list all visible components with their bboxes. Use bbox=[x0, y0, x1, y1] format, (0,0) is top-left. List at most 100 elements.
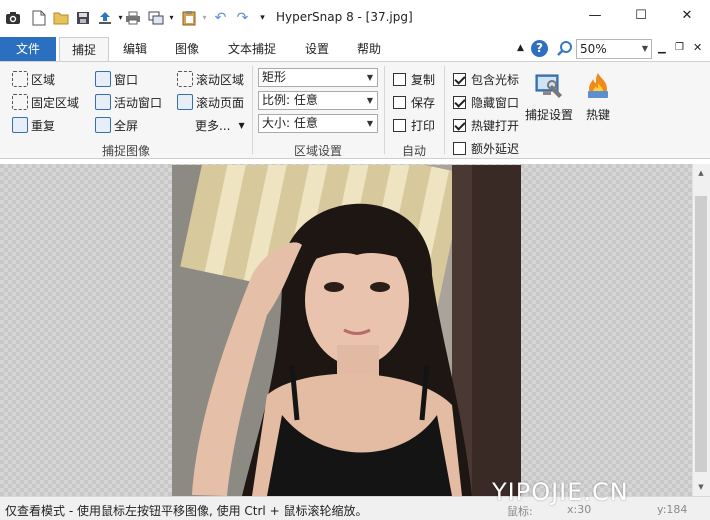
checkbox-box bbox=[453, 95, 466, 109]
search-icon[interactable] bbox=[556, 40, 573, 60]
more-capture-button[interactable]: 更多... ▼ bbox=[195, 116, 245, 134]
extra-delay-checkbox[interactable]: 额外延迟 bbox=[453, 139, 519, 157]
window-title: HyperSnap 8 - [37.jpg] bbox=[276, 10, 413, 24]
mouse-y: y:184 bbox=[657, 503, 688, 516]
extra-delay-label: 额外延迟 bbox=[471, 141, 520, 156]
scroll-region-icon bbox=[177, 71, 193, 87]
window-icon bbox=[95, 71, 111, 87]
mdi-close-icon[interactable]: ✕ bbox=[693, 41, 702, 54]
active-window-button[interactable]: 活动窗口 bbox=[95, 93, 162, 111]
hide-window-checkbox[interactable]: 隐藏窗口 bbox=[453, 93, 519, 111]
auto-print-label: 打印 bbox=[411, 118, 436, 133]
zoom-select[interactable]: 50% ▼ bbox=[576, 39, 652, 59]
checkbox-box bbox=[393, 95, 406, 109]
collapse-ribbon-icon[interactable]: ▲ bbox=[517, 43, 524, 53]
tab-text-capture[interactable]: 文本捕捉 bbox=[220, 37, 284, 61]
scroll-up-icon[interactable]: ▲ bbox=[692, 165, 710, 181]
capture-window-button[interactable]: 窗口 bbox=[95, 70, 138, 88]
hide-window-label: 隐藏窗口 bbox=[471, 95, 520, 110]
active-window-label: 活动窗口 bbox=[114, 95, 163, 110]
checkbox-box bbox=[453, 141, 466, 155]
new-file-icon[interactable] bbox=[30, 9, 47, 26]
checkbox-box bbox=[453, 72, 466, 86]
customize-icon[interactable]: ▾ bbox=[254, 9, 271, 26]
chevron-down-icon: ▼ bbox=[238, 120, 245, 130]
capture-group-label: 捕捉图像 bbox=[101, 144, 150, 158]
size-value: 大小: 任意 bbox=[262, 116, 318, 130]
copy-window-icon[interactable] bbox=[147, 9, 164, 26]
chevron-down-icon: ▼ bbox=[366, 73, 373, 82]
scroll-down-icon[interactable]: ▼ bbox=[692, 479, 710, 495]
auto-copy-checkbox[interactable]: 复制 bbox=[393, 70, 435, 88]
fullscreen-icon bbox=[95, 117, 111, 133]
scroll-page-button[interactable]: 滚动页面 bbox=[177, 93, 244, 111]
close-button[interactable]: ✕ bbox=[664, 0, 710, 30]
group-divider bbox=[252, 66, 253, 154]
capture-settings-label: 捕捉设置 bbox=[524, 108, 573, 122]
ratio-dropdown[interactable]: 比例: 任意 ▼ bbox=[258, 91, 378, 110]
watermark: YIPOJIE.CN bbox=[492, 478, 629, 506]
scroll-region-button[interactable]: 滚动区域 bbox=[177, 70, 244, 88]
region-icon bbox=[12, 71, 28, 87]
capture-region-button[interactable]: 区域 bbox=[12, 70, 55, 88]
fire-hotkey-icon bbox=[582, 70, 614, 102]
capture-region-label: 区域 bbox=[31, 72, 56, 87]
fixed-region-icon bbox=[12, 94, 28, 110]
print-icon[interactable] bbox=[124, 9, 141, 26]
auto-print-checkbox[interactable]: 打印 bbox=[393, 116, 435, 134]
auto-copy-label: 复制 bbox=[411, 72, 436, 87]
fullscreen-label: 全屏 bbox=[114, 118, 139, 133]
more-capture-label: 更多... bbox=[195, 118, 231, 133]
maximize-button[interactable]: ☐ bbox=[618, 0, 664, 30]
fixed-region-button[interactable]: 固定区域 bbox=[12, 93, 79, 111]
chevron-down-icon[interactable]: ▾ bbox=[163, 9, 180, 26]
mdi-restore-icon[interactable]: ❐ bbox=[675, 42, 684, 53]
fullscreen-button[interactable]: 全屏 bbox=[95, 116, 138, 134]
shape-value: 矩形 bbox=[262, 70, 287, 84]
tab-image[interactable]: 图像 bbox=[165, 37, 209, 61]
help-icon[interactable]: ? bbox=[531, 40, 548, 57]
open-folder-icon[interactable] bbox=[52, 9, 69, 26]
mdi-minimize-icon[interactable]: ▁ bbox=[658, 43, 666, 54]
auto-save-label: 保存 bbox=[411, 95, 436, 110]
camera-icon[interactable] bbox=[4, 9, 21, 26]
shape-dropdown[interactable]: 矩形 ▼ bbox=[258, 68, 378, 87]
upload-icon[interactable] bbox=[96, 9, 113, 26]
group-divider bbox=[444, 66, 445, 154]
chevron-down-icon[interactable]: ▾ bbox=[196, 9, 213, 26]
ribbon-panel: 区域 固定区域 重复 窗口 活动窗口 全屏 滚动区域 滚动页面 更多... ▼ … bbox=[0, 61, 710, 159]
paste-icon[interactable] bbox=[180, 9, 197, 26]
tab-capture[interactable]: 捕捉 bbox=[59, 37, 109, 61]
repeat-button[interactable]: 重复 bbox=[12, 116, 55, 134]
zoom-value: 50% bbox=[580, 42, 607, 56]
tab-file[interactable]: 文件 bbox=[0, 37, 56, 61]
chevron-down-icon: ▼ bbox=[641, 44, 648, 53]
minimize-button[interactable]: — bbox=[572, 0, 618, 30]
include-cursor-checkbox[interactable]: 包含光标 bbox=[453, 70, 519, 88]
status-message: 仅查看模式 - 使用鼠标左按钮平移图像, 使用 Ctrl + 鼠标滚轮缩放。 bbox=[5, 504, 368, 518]
capture-window-label: 窗口 bbox=[114, 72, 139, 87]
chevron-down-icon: ▼ bbox=[366, 119, 373, 128]
tab-settings[interactable]: 设置 bbox=[295, 37, 339, 61]
auto-save-checkbox[interactable]: 保存 bbox=[393, 93, 435, 111]
active-window-icon bbox=[95, 94, 111, 110]
checkbox-box bbox=[453, 118, 466, 132]
undo-icon[interactable]: ↶ bbox=[212, 9, 229, 26]
scroll-region-label: 滚动区域 bbox=[196, 72, 245, 87]
auto-group-label: 自动 bbox=[401, 144, 426, 158]
captured-photo bbox=[172, 165, 521, 496]
repeat-label: 重复 bbox=[31, 118, 56, 133]
capture-settings-button[interactable]: 捕捉设置 bbox=[523, 70, 575, 123]
hotkey-open-checkbox[interactable]: 热键打开 bbox=[453, 116, 519, 134]
scrollbar-thumb[interactable] bbox=[695, 196, 707, 472]
hotkeys-button[interactable]: 热键 bbox=[578, 70, 618, 123]
save-icon[interactable] bbox=[74, 9, 91, 26]
redo-icon[interactable]: ↷ bbox=[234, 9, 251, 26]
tab-help[interactable]: 帮助 bbox=[347, 37, 391, 61]
ribbon-tab-bar: 文件 捕捉 编辑 图像 文本捕捉 设置 帮助 ▲ ? 50% ▼ ▁ ❐ ✕ bbox=[0, 37, 710, 61]
size-dropdown[interactable]: 大小: 任意 ▼ bbox=[258, 114, 378, 133]
tab-edit[interactable]: 编辑 bbox=[113, 37, 157, 61]
region-settings-label: 区域设置 bbox=[293, 144, 342, 158]
checkbox-box bbox=[393, 72, 406, 86]
hotkey-open-label: 热键打开 bbox=[471, 118, 520, 133]
